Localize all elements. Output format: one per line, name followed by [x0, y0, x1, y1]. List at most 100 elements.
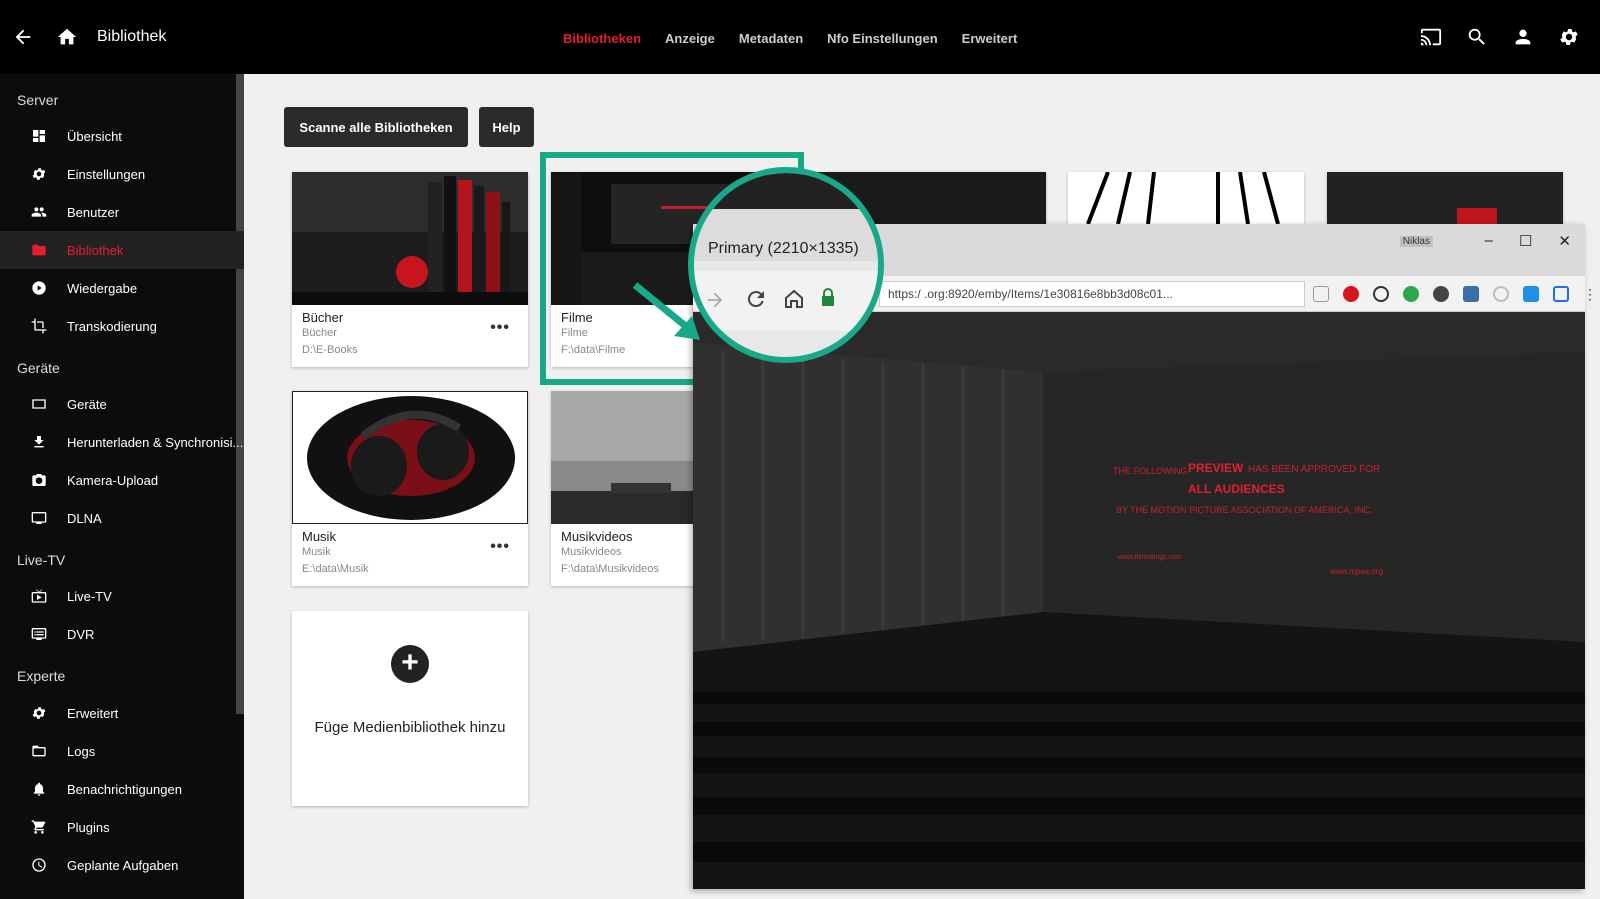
sidebar-item-benutzer[interactable]: Benutzer	[0, 193, 244, 231]
sidebar-item-bibliothek[interactable]: Bibliothek	[0, 231, 244, 269]
cart-icon	[30, 818, 48, 836]
library-path: D:\E-Books	[302, 344, 358, 356]
cinema-preview-image: THE FOLLOWING PREVIEW HAS BEEN APPROVED …	[693, 312, 1585, 889]
sidebar-item-label: Erweitert	[67, 705, 119, 721]
bell-icon	[30, 780, 48, 798]
sidebar-item-dvr[interactable]: DVR	[0, 615, 244, 653]
section-geraete: Geräte	[17, 360, 60, 376]
sidebar-item-livetv[interactable]: Live-TV	[0, 577, 244, 615]
sidebar-item-label: Benachrichtigungen	[67, 781, 182, 797]
livetv-icon	[30, 587, 48, 605]
sidebar-item-label: Geplante Aufgaben	[67, 857, 179, 873]
library-cover-image	[1327, 172, 1563, 224]
sidebar-item-kamera-upload[interactable]: Kamera-Upload	[0, 461, 244, 499]
opera-icon[interactable]	[1343, 286, 1359, 302]
add-library-card[interactable]: + Füge Medienbibliothek hinzu	[292, 611, 528, 806]
tab-nfo-einstellungen[interactable]: Nfo Einstellungen	[827, 31, 938, 46]
sidebar-item-label: Einstellungen	[67, 166, 146, 182]
maximize-icon[interactable]: ☐	[1519, 232, 1532, 250]
scan-all-libraries-button[interactable]: Scanne alle Bibliotheken	[284, 107, 468, 147]
magnifier-tab-strip	[694, 173, 878, 209]
clock-icon	[30, 856, 48, 874]
sidebar-item-uebersicht[interactable]: Übersicht	[0, 117, 244, 155]
more-options-icon[interactable]: •••	[490, 538, 510, 556]
sidebar-item-label: Herunterladen & Synchronisi...	[67, 434, 244, 450]
cast-icon[interactable]	[1420, 26, 1442, 48]
sidebar-item-transkodierung[interactable]: Transkodierung	[0, 307, 244, 345]
star-icon[interactable]	[1313, 286, 1329, 302]
library-name: Musik	[302, 529, 336, 544]
library-name: Bücher	[302, 310, 344, 325]
grid-icon[interactable]	[1553, 286, 1569, 302]
back-arrow-icon[interactable]	[12, 26, 34, 48]
ring-icon[interactable]	[1373, 286, 1389, 302]
reload-icon[interactable]	[744, 287, 768, 311]
library-cover-image	[292, 391, 528, 524]
library-type: Musikvideos	[561, 546, 622, 558]
sidebar-item-label: Live-TV	[67, 588, 112, 604]
minimize-icon[interactable]: –	[1485, 232, 1493, 250]
library-card-hidden-2[interactable]	[1068, 172, 1304, 224]
library-type: Musik	[302, 546, 331, 558]
library-path: E:\data\Musik	[302, 563, 369, 575]
sidebar-item-erweitert[interactable]: Erweitert	[0, 694, 244, 732]
settings-gear-icon[interactable]	[1558, 26, 1580, 48]
sidebar-item-geplante-aufgaben[interactable]: Geplante Aufgaben	[0, 846, 244, 884]
screen-site-left: www.filmratings.com	[1117, 554, 1182, 561]
close-icon[interactable]: ✕	[1558, 232, 1571, 250]
tab-anzeige[interactable]: Anzeige	[665, 31, 715, 46]
gear-extension-icon[interactable]	[1493, 286, 1509, 302]
windows-icon[interactable]	[1523, 286, 1539, 302]
crop-icon	[30, 317, 48, 335]
dashboard-icon	[30, 127, 48, 145]
library-card-buecher[interactable]: Bücher Bücher D:\E-Books •••	[292, 172, 528, 367]
play-icon	[30, 279, 48, 297]
tab-metadaten[interactable]: Metadaten	[739, 31, 803, 46]
sidebar-item-label: DVR	[67, 626, 95, 642]
user-icon[interactable]	[1512, 26, 1534, 48]
pointer-arrow-icon	[632, 282, 700, 340]
dlna-icon	[30, 509, 48, 527]
extension-icons: ⋮	[1313, 286, 1597, 302]
sidebar-item-einstellungen[interactable]: Einstellungen	[0, 155, 244, 193]
sidebar-item-wiedergabe[interactable]: Wiedergabe	[0, 269, 244, 307]
sidebar-item-geraete[interactable]: Geräte	[0, 385, 244, 423]
dvr-icon	[30, 625, 48, 643]
library-card-musik[interactable]: Musik Musik E:\data\Musik •••	[292, 391, 528, 586]
camera-extension-icon[interactable]	[1433, 286, 1449, 302]
library-type: Bücher	[302, 327, 337, 339]
gear-icon	[30, 165, 48, 183]
screen-line-3: BY THE MOTION PICTURE ASSOCIATION OF AME…	[1116, 505, 1373, 515]
green-extension-icon[interactable]	[1403, 286, 1419, 302]
sidebar-item-herunterladen[interactable]: Herunterladen & Synchronisi...	[0, 423, 244, 461]
address-bar[interactable]: https:/ .org:8920/emby/Items/1e30816e8bb…	[879, 281, 1305, 307]
section-livetv: Live-TV	[17, 552, 66, 568]
sidebar-item-plugins[interactable]: Plugins	[0, 808, 244, 846]
sidebar-item-label: DLNA	[67, 510, 102, 526]
sidebar-item-dlna[interactable]: DLNA	[0, 499, 244, 537]
sidebar-item-logs[interactable]: Logs	[0, 732, 244, 770]
library-path: F:\data\Musikvideos	[561, 563, 659, 575]
more-options-icon[interactable]: •••	[490, 319, 510, 337]
lock-icon	[822, 288, 834, 306]
home-icon[interactable]	[56, 26, 78, 48]
screen-site-right: www.mpaa.org	[1329, 567, 1383, 576]
people-icon	[30, 203, 48, 221]
menu-dots-icon[interactable]: ⋮	[1583, 286, 1597, 302]
sidebar-item-label: Logs	[67, 743, 96, 759]
screen-extension-icon[interactable]	[1463, 286, 1479, 302]
tab-bibliotheken[interactable]: Bibliotheken	[563, 31, 641, 46]
sidebar-item-label: Bibliothek	[67, 242, 124, 258]
sidebar-item-benachrichtigungen[interactable]: Benachrichtigungen	[0, 770, 244, 808]
search-icon[interactable]	[1466, 26, 1488, 48]
screen-line-1c: HAS BEEN APPROVED FOR	[1248, 464, 1380, 475]
tab-erweitert[interactable]: Erweitert	[962, 31, 1018, 46]
gear-icon	[30, 704, 48, 722]
help-button[interactable]: Help	[479, 107, 534, 147]
download-icon	[30, 433, 48, 451]
section-experte: Experte	[17, 668, 66, 684]
camera-icon	[30, 471, 48, 489]
library-card-hidden-3[interactable]	[1327, 172, 1563, 224]
home-outline-icon[interactable]	[782, 287, 806, 311]
library-cover-image	[1068, 172, 1304, 224]
